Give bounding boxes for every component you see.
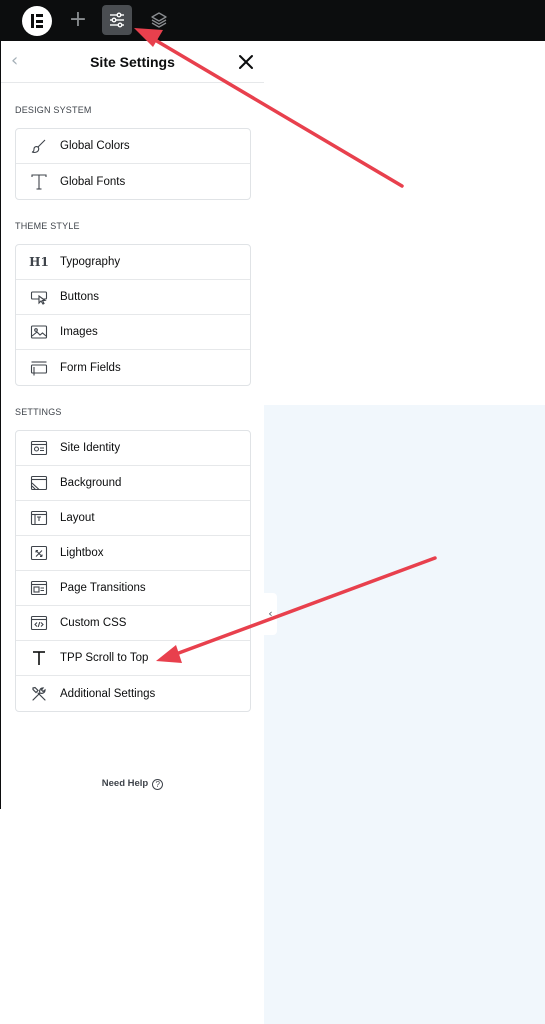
layout-icon	[28, 507, 50, 529]
menu-item-label: Additional Settings	[60, 687, 156, 700]
button-pointer-icon	[28, 286, 50, 308]
menu-item-label: Global Colors	[60, 140, 130, 152]
menu-item-custom-css[interactable]: Custom CSS	[16, 606, 250, 641]
typography-t-icon	[28, 171, 50, 193]
code-icon	[28, 612, 50, 634]
theme-style-group: H1 Typography Buttons Images Form Fields	[15, 244, 251, 386]
menu-item-label: TPP Scroll to Top	[60, 652, 149, 664]
section-title-design-system: DESIGN SYSTEM	[15, 105, 92, 115]
menu-item-label: Lightbox	[60, 547, 104, 559]
collapse-panel-chevron-icon[interactable]: ‹	[264, 593, 277, 635]
site-identity-icon	[28, 437, 50, 459]
section-title-theme-style: THEME STYLE	[15, 221, 80, 231]
brush-icon	[28, 135, 50, 157]
settings-group: Site Identity Background Layout Lightbox…	[15, 430, 251, 712]
menu-item-tpp-scroll-to-top[interactable]: TPP Scroll to Top	[16, 641, 250, 676]
page-transitions-icon	[28, 577, 50, 599]
preview-canvas	[264, 405, 545, 1024]
h1-icon: H1	[29, 255, 49, 269]
design-system-group: Global Colors Global Fonts	[15, 128, 251, 200]
section-title-settings: SETTINGS	[15, 407, 62, 417]
menu-item-form-fields[interactable]: Form Fields	[16, 350, 250, 385]
add-element-icon[interactable]: +	[64, 6, 92, 34]
preview-canvas-top	[264, 41, 545, 405]
background-icon	[28, 472, 50, 494]
need-help-link[interactable]: Need Help?	[1, 778, 264, 790]
panel-bottom-space	[0, 809, 264, 1024]
menu-item-buttons[interactable]: Buttons	[16, 280, 250, 315]
menu-item-label: Custom CSS	[60, 617, 127, 629]
menu-item-images[interactable]: Images	[16, 315, 250, 350]
menu-item-typography[interactable]: H1 Typography	[16, 245, 250, 280]
lightbox-icon	[28, 542, 50, 564]
menu-item-label: Typography	[60, 256, 121, 268]
layers-icon[interactable]	[146, 7, 172, 33]
close-icon[interactable]	[235, 51, 257, 73]
menu-item-page-transitions[interactable]: Page Transitions	[16, 571, 250, 606]
form-field-icon	[28, 357, 50, 379]
elementor-logo-icon[interactable]	[22, 6, 52, 36]
image-icon	[28, 321, 50, 343]
need-help-label: Need Help	[101, 778, 149, 789]
menu-item-label: Images	[60, 326, 98, 338]
menu-item-label: Page Transitions	[60, 582, 146, 594]
tools-icon	[28, 683, 50, 705]
scroll-to-top-icon	[28, 647, 50, 669]
menu-item-site-identity[interactable]: Site Identity	[16, 431, 250, 466]
menu-item-additional-settings[interactable]: Additional Settings	[16, 676, 250, 711]
help-circle-icon: ?	[152, 779, 164, 790]
menu-item-label: Global Fonts	[60, 175, 126, 188]
site-settings-button[interactable]	[102, 5, 132, 35]
site-settings-panel: ‹ Site Settings DESIGN SYSTEM Global Col…	[0, 41, 264, 809]
menu-item-label: Buttons	[60, 291, 99, 303]
panel-title: Site Settings	[90, 54, 175, 70]
panel-header: ‹ Site Settings	[1, 41, 264, 83]
sliders-icon	[110, 12, 124, 28]
menu-item-layout[interactable]: Layout	[16, 501, 250, 536]
menu-item-background[interactable]: Background	[16, 466, 250, 501]
menu-item-label: Site Identity	[60, 442, 121, 454]
menu-item-global-colors[interactable]: Global Colors	[16, 129, 250, 164]
menu-item-label: Form Fields	[60, 361, 121, 374]
menu-item-label: Layout	[60, 512, 95, 524]
menu-item-label: Background	[60, 477, 122, 489]
editor-top-bar: +	[0, 0, 545, 41]
menu-item-global-fonts[interactable]: Global Fonts	[16, 164, 250, 199]
menu-item-lightbox[interactable]: Lightbox	[16, 536, 250, 571]
